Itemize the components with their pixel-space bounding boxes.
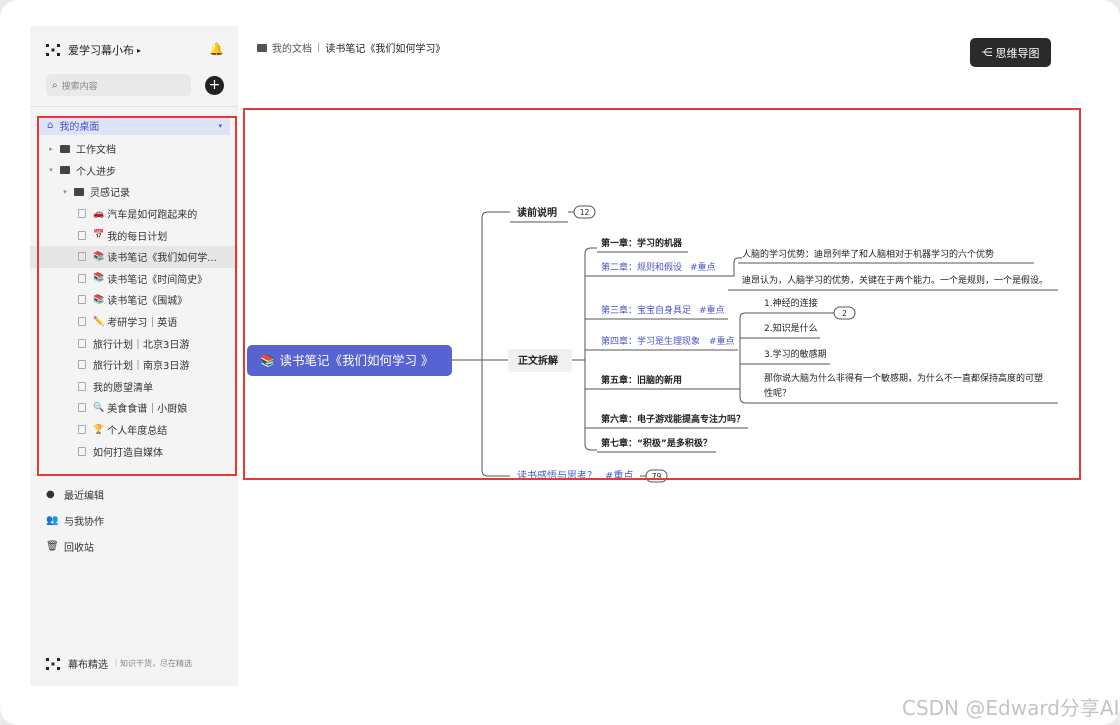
app-window: 爱学习幕小布 ▸ 🔔 ⌕ 搜索内容 + ⌂ 我的桌面 ▾ ▸ 工作文档 ▾ 个人进步 ▾ 灵感记… bbox=[0, 0, 1120, 725]
watermark: CSDN @Edward分享AI bbox=[902, 696, 1120, 720]
mindmap-highlight-box bbox=[243, 108, 1081, 480]
